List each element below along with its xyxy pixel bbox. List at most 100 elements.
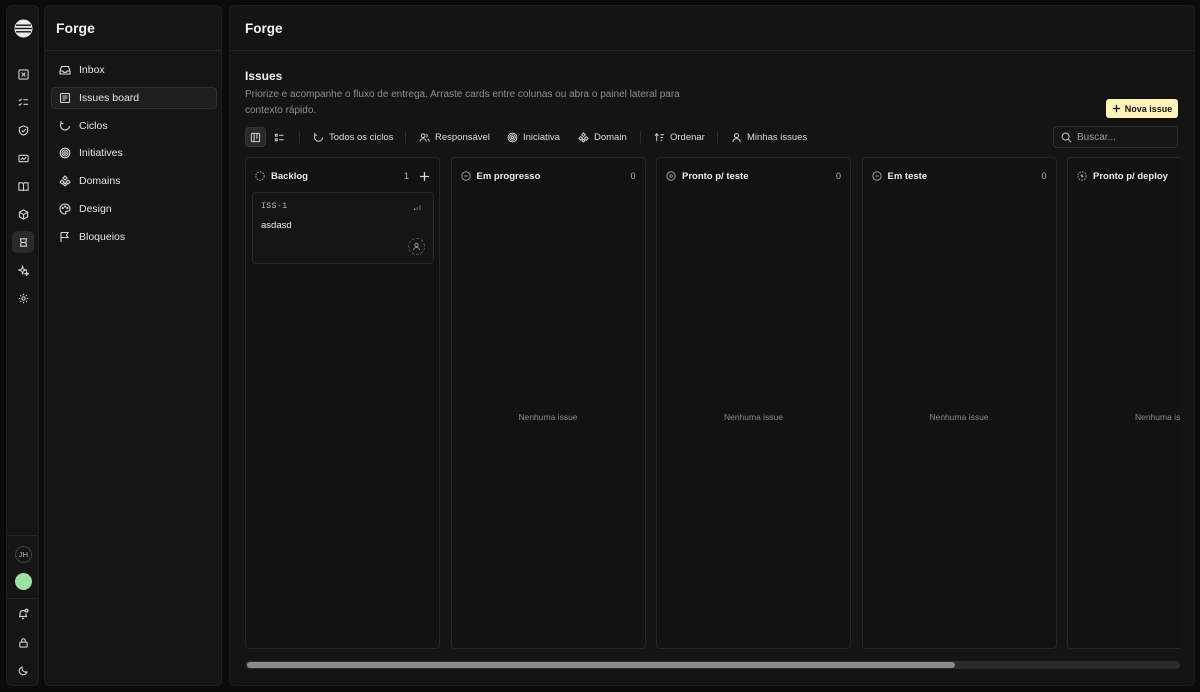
inbox-icon xyxy=(59,64,71,76)
cycle-icon xyxy=(59,120,71,132)
column-pronto-deploy: Pronto p/ deploy Nenhuma issue xyxy=(1067,157,1180,649)
sort-icon xyxy=(654,132,665,143)
my-issues-filter[interactable]: Minhas issues xyxy=(731,127,807,147)
column-em-teste: Em teste 0 Nenhuma issue xyxy=(861,157,1057,649)
target-icon xyxy=(59,147,71,159)
sidebar-item-design[interactable]: Design xyxy=(51,198,217,220)
forge-logo-icon[interactable] xyxy=(14,19,33,38)
search-icon xyxy=(1061,132,1072,142)
board-icon[interactable] xyxy=(12,231,34,253)
user-avatar[interactable]: JH xyxy=(15,546,32,563)
column-name: Backlog xyxy=(271,170,308,182)
lock-icon[interactable] xyxy=(12,631,34,653)
list-view-button[interactable] xyxy=(269,127,290,147)
bell-icon[interactable] xyxy=(12,603,34,625)
sidebar-item-issues-board[interactable]: Issues board xyxy=(51,86,217,109)
add-issue-icon[interactable] xyxy=(419,171,430,182)
moon-icon[interactable] xyxy=(12,659,34,681)
column-name: Em progresso xyxy=(476,170,541,182)
column-count: 0 xyxy=(835,171,841,181)
shield-icon[interactable] xyxy=(12,119,34,141)
column-header: Pronto p/ deploy xyxy=(1077,169,1180,183)
search-box xyxy=(1053,126,1178,148)
new-issue-button[interactable]: Nova issue xyxy=(1106,99,1178,118)
book-icon[interactable] xyxy=(12,175,34,197)
toolbar-divider xyxy=(299,131,300,144)
column-header: Backlog 1 xyxy=(255,169,430,183)
flag-icon xyxy=(59,231,71,243)
sidebar-item-label: Design xyxy=(79,202,112,215)
sidebar-item-label: Bloqueios xyxy=(79,230,126,243)
sidebar-item-ciclos[interactable]: Ciclos xyxy=(51,115,217,137)
toolbar-divider xyxy=(640,131,641,144)
empty-column-text: Nenhuma issue xyxy=(518,412,578,422)
board-view-button[interactable] xyxy=(245,127,266,147)
horizontal-scrollbar[interactable] xyxy=(245,661,1180,669)
column-name: Pronto p/ teste xyxy=(682,170,749,182)
empty-column-text: Nenhuma issue xyxy=(723,412,784,422)
empty-column-text: Nenhuma issue xyxy=(1134,412,1180,422)
status-backlog-icon xyxy=(255,171,265,181)
sort-button[interactable]: Ordenar xyxy=(654,127,705,147)
initiative-filter[interactable]: Iniciativa xyxy=(507,127,560,147)
search-input[interactable] xyxy=(1077,131,1172,143)
assignee-filter-label: Responsável xyxy=(435,131,490,143)
sidebar-item-inbox[interactable]: Inbox xyxy=(51,59,217,81)
cycle-filter-label: Todos os ciclos xyxy=(329,131,394,143)
new-issue-label: Nova issue xyxy=(1124,103,1173,114)
card-icon[interactable] xyxy=(12,147,34,169)
unassigned-avatar-icon[interactable] xyxy=(408,238,425,255)
header-divider xyxy=(230,50,1194,51)
icon-rail: JH xyxy=(6,5,39,686)
sidebar-item-domains[interactable]: Domains xyxy=(51,170,217,192)
issue-key: ISS-1 xyxy=(261,202,288,211)
gear-icon[interactable] xyxy=(12,287,34,309)
sidebar-divider xyxy=(45,50,221,51)
column-count: 0 xyxy=(1041,171,1047,181)
column-header: Em progresso 0 xyxy=(460,169,636,183)
domains-icon xyxy=(59,175,71,187)
sparkle-icon[interactable] xyxy=(12,259,34,281)
kanban-icon xyxy=(250,132,261,142)
status-ready-deploy-icon xyxy=(1077,171,1087,181)
scrollbar-thumb[interactable] xyxy=(247,662,955,668)
column-name: Em teste xyxy=(887,170,928,182)
sidebar-item-initiatives[interactable]: Initiatives xyxy=(51,142,217,164)
page-title: Issues xyxy=(245,69,283,83)
column-header: Pronto p/ teste 0 xyxy=(666,169,841,183)
column-pronto-teste: Pronto p/ teste 0 Nenhuma issue xyxy=(656,157,851,649)
toolbar-divider xyxy=(717,131,718,144)
sidebar-nav: Inbox Issues board Ciclos Initiatives Do… xyxy=(51,59,217,254)
assignee-filter[interactable]: Responsável xyxy=(419,127,490,147)
domain-filter[interactable]: Domain xyxy=(578,127,627,147)
cube-icon[interactable] xyxy=(12,203,34,225)
issue-card[interactable]: ISS-1 asdasd xyxy=(252,192,434,264)
sidebar-item-bloqueios[interactable]: Bloqueios xyxy=(51,226,217,248)
issue-title: asdasd xyxy=(261,220,292,231)
rail-divider xyxy=(7,598,38,599)
column-name: Pronto p/ deploy xyxy=(1093,170,1168,182)
column-em-progresso: Em progresso 0 Nenhuma issue xyxy=(450,157,646,649)
workspace-title[interactable]: Forge xyxy=(56,20,95,36)
column-count: 0 xyxy=(630,171,636,181)
sidebar-item-label: Ciclos xyxy=(79,119,108,132)
sidebar-item-label: Issues board xyxy=(79,91,140,104)
rail-divider xyxy=(7,535,38,536)
checklist-icon[interactable] xyxy=(12,91,34,113)
main-panel: Forge Issues Priorize e acompanhe o flux… xyxy=(229,5,1195,686)
header-title: Forge xyxy=(245,21,283,36)
column-backlog: Backlog 1 ISS-1 asdasd xyxy=(245,157,440,649)
users-icon xyxy=(419,132,430,143)
cycle-icon xyxy=(313,132,324,143)
sort-label: Ordenar xyxy=(670,131,705,143)
user-icon xyxy=(731,132,742,143)
sidebar-item-label: Inbox xyxy=(79,64,105,76)
workspace-avatar[interactable] xyxy=(15,573,32,590)
status-ready-test-icon xyxy=(666,171,676,181)
domains-icon xyxy=(578,131,589,143)
view-toggle xyxy=(245,127,291,147)
priority-icon[interactable] xyxy=(414,204,421,210)
status-in-progress-icon xyxy=(460,171,471,181)
close-square-icon[interactable] xyxy=(12,63,34,85)
cycle-filter[interactable]: Todos os ciclos xyxy=(313,127,393,147)
